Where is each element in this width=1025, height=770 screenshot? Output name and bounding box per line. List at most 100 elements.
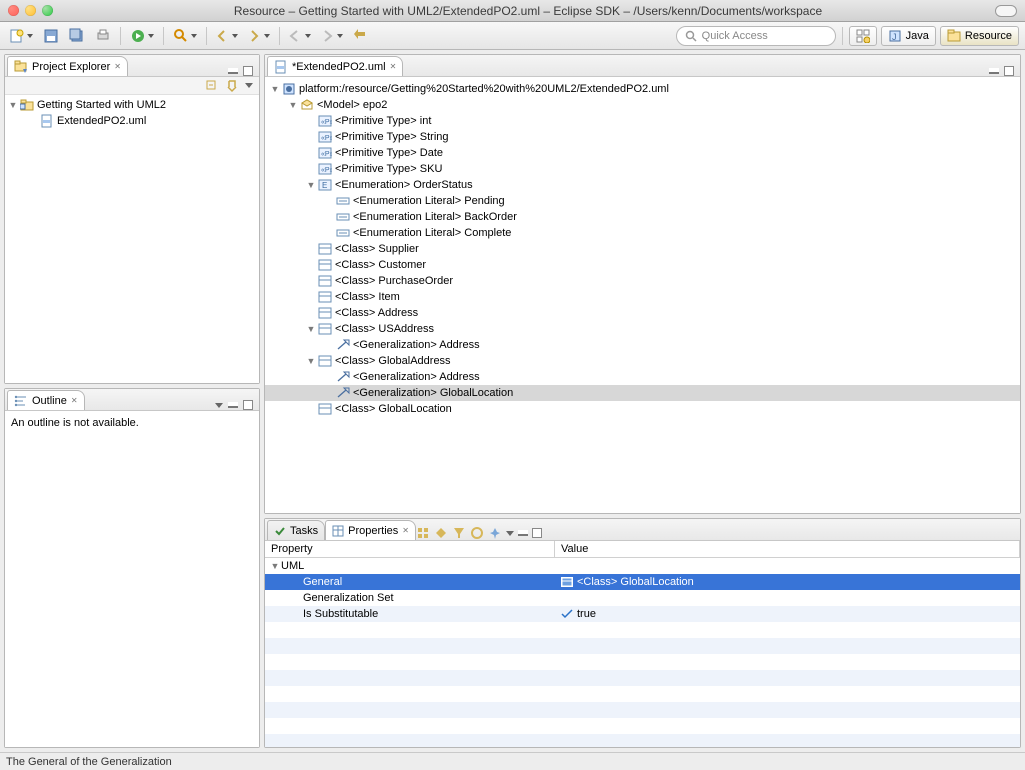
status-bar: The General of the Generalization — [0, 752, 1025, 770]
resource-icon — [281, 81, 297, 97]
property-row-general[interactable]: General <Class> GlobalLocation — [265, 574, 1020, 590]
close-icon[interactable]: ✕ — [390, 62, 397, 71]
tasks-icon — [274, 525, 286, 537]
primitive-type-icon: «P» — [317, 113, 333, 129]
perspective-resource[interactable]: Resource — [940, 26, 1019, 46]
svg-text:E: E — [322, 181, 327, 190]
link-with-editor-icon[interactable] — [225, 79, 239, 93]
minimize-view-button[interactable] — [228, 68, 238, 74]
properties-table[interactable]: UML General <Class> GlobalLocation Gener… — [265, 558, 1020, 747]
editor-view: *ExtendedPO2.uml ✕ platform:/resource/Ge… — [264, 54, 1021, 514]
open-perspective-button[interactable] — [849, 26, 877, 46]
outline-tab[interactable]: Outline ✕ — [7, 390, 85, 410]
enum-literal-icon — [335, 225, 351, 241]
class-icon — [317, 305, 333, 321]
new-button[interactable] — [6, 27, 36, 45]
chevron-down-icon — [191, 34, 197, 38]
navigator-icon — [14, 60, 28, 74]
view-menu-button[interactable] — [506, 531, 514, 536]
outline-icon — [14, 394, 28, 408]
workbench: Project Explorer ✕ Getting Started w — [0, 50, 1025, 752]
perspective-java[interactable]: J Java — [881, 26, 936, 46]
class-icon — [317, 273, 333, 289]
col-property[interactable]: Property — [265, 541, 555, 557]
view-menu-button[interactable] — [245, 83, 253, 88]
window-toolbar-toggle[interactable] — [995, 5, 1017, 17]
minimize-editor-button[interactable] — [989, 68, 999, 74]
svg-text:J: J — [892, 32, 897, 42]
nav-forward[interactable] — [318, 29, 346, 43]
uml-file-icon — [39, 113, 55, 129]
close-icon[interactable]: ✕ — [71, 396, 78, 405]
editor-tab[interactable]: *ExtendedPO2.uml ✕ — [267, 56, 403, 76]
selected-tree-node[interactable]: <Generalization> GlobalLocation — [265, 385, 1020, 401]
nav-prev-annotation[interactable] — [213, 28, 241, 44]
properties-tab[interactable]: Properties ✕ — [325, 520, 416, 540]
left-column: Project Explorer ✕ Getting Started w — [0, 50, 262, 752]
filter-icon[interactable] — [452, 526, 466, 540]
project-explorer-view: Project Explorer ✕ Getting Started w — [4, 54, 260, 384]
main-toolbar: Quick Access J Java Resource — [0, 22, 1025, 50]
minimize-view-button[interactable] — [518, 530, 528, 536]
run-button[interactable] — [127, 27, 157, 45]
project-file-node[interactable]: ExtendedPO2.uml — [5, 113, 259, 129]
generalization-icon — [335, 369, 351, 385]
save-all-button[interactable] — [66, 27, 88, 45]
close-icon[interactable]: ✕ — [402, 526, 409, 535]
outline-view: Outline ✕ An outline is not available. — [4, 388, 260, 748]
project-node[interactable]: Getting Started with UML2 — [5, 97, 259, 113]
svg-text:«P»: «P» — [321, 135, 332, 142]
svg-text:«P»: «P» — [321, 151, 332, 158]
print-button[interactable] — [92, 27, 114, 45]
editor-tree[interactable]: platform:/resource/Getting%20Started%20w… — [265, 77, 1020, 513]
maximize-view-button[interactable] — [243, 66, 253, 76]
primitive-type-icon: «P» — [317, 161, 333, 177]
enum-literal-icon — [335, 193, 351, 209]
chevron-down-icon — [232, 34, 238, 38]
property-row-genset[interactable]: Generalization Set — [265, 590, 1020, 606]
show-advanced-icon[interactable] — [434, 526, 448, 540]
restore-defaults-icon[interactable] — [470, 526, 484, 540]
nav-next-annotation[interactable] — [245, 28, 273, 44]
generalization-icon — [335, 337, 351, 353]
collapse-all-icon[interactable] — [205, 79, 219, 93]
save-button[interactable] — [40, 27, 62, 45]
project-explorer-tab[interactable]: Project Explorer ✕ — [7, 56, 128, 76]
maximize-editor-button[interactable] — [1004, 66, 1014, 76]
boolean-true-icon — [561, 609, 573, 619]
minimize-view-button[interactable] — [228, 402, 238, 408]
zoom-window-button[interactable] — [42, 5, 53, 16]
search-button[interactable] — [170, 27, 200, 45]
tasks-tab[interactable]: Tasks — [267, 520, 325, 540]
class-icon — [317, 241, 333, 257]
show-categories-icon[interactable] — [416, 526, 430, 540]
model-icon — [299, 97, 315, 113]
status-message: The General of the Generalization — [6, 756, 172, 768]
view-menu-button[interactable] — [215, 403, 223, 408]
nav-back[interactable] — [286, 29, 314, 43]
maximize-view-button[interactable] — [532, 528, 542, 538]
window-titlebar: Resource – Getting Started with UML2/Ext… — [0, 0, 1025, 22]
enumeration-icon: E — [317, 177, 333, 193]
project-explorer-tree[interactable]: Getting Started with UML2 ExtendedPO2.um… — [5, 95, 259, 383]
primitive-type-icon: «P» — [317, 129, 333, 145]
col-value[interactable]: Value — [555, 541, 1020, 557]
close-window-button[interactable] — [8, 5, 19, 16]
nav-last-edit[interactable] — [350, 28, 372, 44]
property-row-substitutable[interactable]: Is Substitutable true — [265, 606, 1020, 622]
properties-view: Tasks Properties ✕ — [264, 518, 1021, 748]
class-icon — [317, 257, 333, 273]
minimize-window-button[interactable] — [25, 5, 36, 16]
primitive-type-icon: «P» — [317, 145, 333, 161]
pin-icon[interactable] — [488, 526, 502, 540]
maximize-view-button[interactable] — [243, 400, 253, 410]
properties-header: Property Value — [265, 541, 1020, 558]
quick-access-placeholder: Quick Access — [702, 30, 768, 42]
class-icon — [317, 401, 333, 417]
quick-access-search[interactable]: Quick Access — [676, 26, 836, 46]
properties-icon — [332, 525, 344, 537]
window-controls — [0, 5, 61, 16]
enum-literal-icon — [335, 209, 351, 225]
chevron-down-icon — [264, 34, 270, 38]
close-icon[interactable]: ✕ — [114, 62, 121, 71]
